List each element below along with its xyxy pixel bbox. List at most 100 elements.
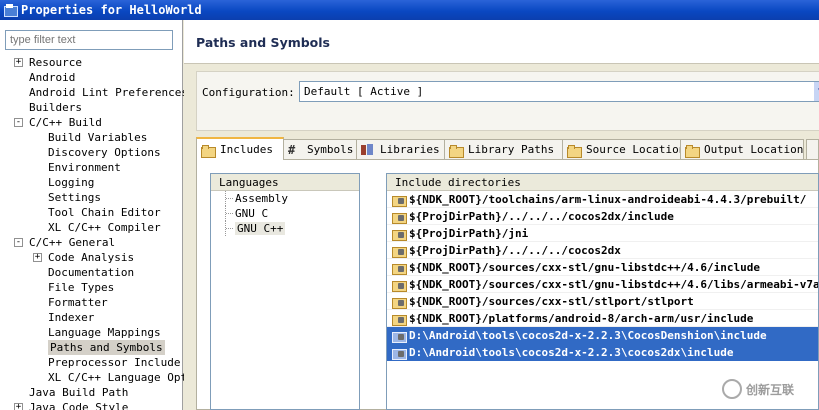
include-directory-row[interactable]: ${ProjDirPath}/jni (387, 225, 818, 242)
tab-label: Output Location (704, 143, 804, 156)
tree-item-label: XL C/C++ Compiler (48, 221, 161, 234)
include-directories-list[interactable]: Include directories ${NDK_ROOT}/toolchai… (386, 173, 819, 410)
include-directory-row[interactable]: ${NDK_ROOT}/toolchains/arm-linux-android… (387, 191, 818, 208)
folder-icon (201, 144, 216, 158)
include-directory-row[interactable]: D:\Android\tools\cocos2d-x-2.2.3\CocosDe… (387, 327, 818, 344)
tree-item-settings[interactable]: Settings (0, 190, 183, 205)
folder-icon (567, 144, 582, 158)
language-label: GNU C (235, 207, 269, 220)
include-directory-row[interactable]: ${ProjDirPath}/../../../cocos2dx (387, 242, 818, 259)
collapse-icon[interactable]: - (14, 238, 23, 247)
tab-symbols[interactable]: # Symbols (283, 139, 357, 159)
include-directory-row[interactable]: ${ProjDirPath}/../../../cocos2dx/include (387, 208, 818, 225)
tab-libraries[interactable]: Libraries (356, 139, 445, 159)
language-item[interactable]: GNU C (211, 206, 359, 221)
tab-bar: Includes # Symbols Libraries Library Paths So… (196, 137, 819, 160)
tree-item-label: Formatter (48, 296, 108, 309)
include-folder-icon (392, 194, 407, 207)
tree-item-logging[interactable]: Logging (0, 175, 183, 190)
window-icon (3, 3, 18, 17)
page-header: Paths and Symbols (184, 20, 819, 64)
tree-item-builders[interactable]: Builders (0, 100, 183, 115)
include-directory-row[interactable]: ${NDK_ROOT}/platforms/android-8/arch-arm… (387, 310, 818, 327)
include-directories-header: Include directories (387, 174, 818, 191)
window-title: Properties for HelloWorld (21, 3, 202, 17)
tree-item-label: C/C++ General (29, 236, 116, 249)
filter-input[interactable] (5, 30, 173, 50)
include-directory-row[interactable]: ${NDK_ROOT}/sources/cxx-stl/stlport/stlp… (387, 293, 818, 310)
languages-list[interactable]: Languages Assembly GNU C GNU C++ (210, 173, 360, 410)
tab-label: Libraries (380, 143, 440, 156)
tree-item-label: Java Build Path (29, 386, 129, 399)
tab-library-paths[interactable]: Library Paths (444, 139, 563, 159)
hash-icon: # (288, 142, 296, 157)
include-directory-row[interactable]: D:\Android\tools\cocos2d-x-2.2.3\cocos2d… (387, 344, 818, 361)
preference-tree-panel: + Resource Android Android Lint Preferences… (0, 20, 188, 410)
collapse-icon[interactable]: - (14, 118, 23, 127)
tree-item-paths-and-symbols[interactable]: Paths and Symbols (0, 340, 183, 355)
language-label: GNU C++ (235, 222, 286, 235)
watermark: 创新互联 (722, 376, 816, 402)
include-directory-path: D:\Android\tools\cocos2d-x-2.2.3\CocosDe… (409, 329, 767, 342)
tab-output-location[interactable]: Output Location (680, 139, 804, 159)
tree-item-label: Logging (48, 176, 95, 189)
tree-item-label: Builders (29, 101, 82, 114)
expand-icon[interactable]: + (14, 58, 23, 67)
tab-includes[interactable]: Includes (196, 137, 284, 160)
include-directory-row[interactable]: ${NDK_ROOT}/sources/cxx-stl/gnu-libstdc+… (387, 259, 818, 276)
tree-item-label: Preprocessor Include (48, 356, 181, 369)
tree-item-indexer[interactable]: Indexer (0, 310, 183, 325)
tab-source-location[interactable]: Source Location (562, 139, 685, 159)
tree-item-label: Settings (48, 191, 101, 204)
include-directory-row[interactable]: ${NDK_ROOT}/sources/cxx-stl/gnu-libstdc+… (387, 276, 818, 293)
tree-item-android[interactable]: Android (0, 70, 183, 85)
tree-item-discovery-options[interactable]: Discovery Options (0, 145, 183, 160)
tree-item-formatter[interactable]: Formatter (0, 295, 183, 310)
include-directory-path: ${NDK_ROOT}/sources/cxx-stl/stlport/stlp… (409, 295, 694, 308)
chevron-down-icon[interactable]: ▼ (814, 82, 819, 101)
tree-item-xl-c-c-compiler[interactable]: XL C/C++ Compiler (0, 220, 183, 235)
expand-icon[interactable]: + (33, 253, 42, 262)
tab-overflow[interactable] (806, 139, 819, 159)
tree-item-preprocessor-include[interactable]: Preprocessor Include (0, 355, 183, 370)
configuration-select[interactable]: Default [ Active ] ▼ (299, 81, 819, 102)
tree-item-label: C/C++ Build (29, 116, 102, 129)
tree-item-code-analysis[interactable]: + Code Analysis (0, 250, 183, 265)
tree-item-label: Paths and Symbols (48, 340, 165, 355)
tree-item-resource[interactable]: + Resource (0, 55, 183, 70)
language-item[interactable]: GNU C++ (211, 221, 359, 236)
tree-item-label: File Types (48, 281, 115, 294)
tree-item-android-lint-preferences[interactable]: Android Lint Preferences (0, 85, 188, 100)
tree-item-label: Tool Chain Editor (48, 206, 161, 219)
tab-label: Source Location (586, 143, 686, 156)
tab-label: Symbols (307, 143, 354, 156)
tab-label: Includes (220, 143, 273, 156)
tree-item-label: Discovery Options (48, 146, 161, 159)
watermark-logo-icon (722, 379, 742, 399)
tree-item-c-c-general[interactable]: - C/C++ General (0, 235, 183, 250)
include-folder-icon (392, 245, 407, 258)
tree-item-label: Java Code Style (29, 401, 129, 410)
tree-item-java-code-style[interactable]: + Java Code Style (0, 400, 183, 410)
include-folder-icon (392, 262, 407, 275)
languages-header: Languages (211, 174, 359, 191)
include-folder-icon (392, 330, 407, 343)
tree-item-tool-chain-editor[interactable]: Tool Chain Editor (0, 205, 183, 220)
tree-item-language-mappings[interactable]: Language Mappings (0, 325, 183, 340)
tree-item-environment[interactable]: Environment (0, 160, 183, 175)
tree-item-file-types[interactable]: File Types (0, 280, 183, 295)
tree-item-c-c-build[interactable]: - C/C++ Build (0, 115, 183, 130)
expand-icon[interactable]: + (14, 403, 23, 410)
tree-item-label: XL C/C++ Language Opt (48, 371, 188, 384)
page-title: Paths and Symbols (196, 35, 330, 50)
include-directory-path: ${ProjDirPath}/jni (409, 227, 529, 240)
tree-item-java-build-path[interactable]: Java Build Path (0, 385, 183, 400)
language-item[interactable]: Assembly (211, 191, 359, 206)
language-label: Assembly (235, 192, 288, 205)
tree-item-xl-c-c-language-opt[interactable]: XL C/C++ Language Opt (0, 370, 187, 385)
tree-item-documentation[interactable]: Documentation (0, 265, 183, 280)
preference-tree: + Resource Android Android Lint Preferences… (0, 55, 188, 410)
tree-item-build-variables[interactable]: Build Variables (0, 130, 183, 145)
tree-item-label: Resource (29, 56, 82, 69)
configuration-label: Configuration: (202, 86, 295, 99)
